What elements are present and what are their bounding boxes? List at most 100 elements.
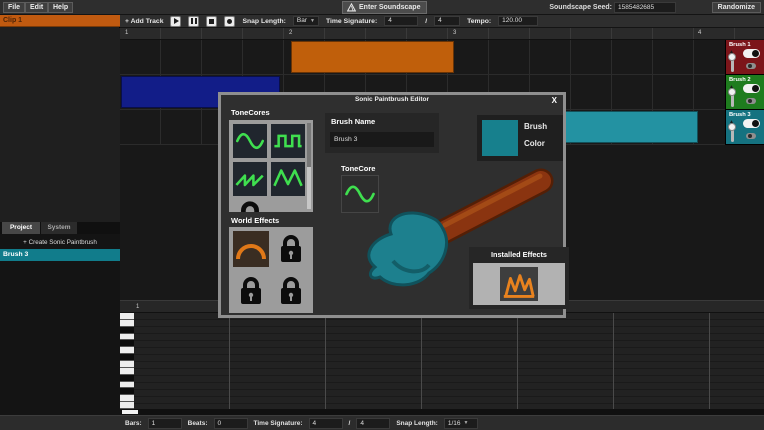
world-effect-locked-button[interactable] bbox=[233, 273, 269, 309]
track-header-brush-2[interactable]: Brush 2 ▲ bbox=[725, 75, 764, 110]
track-indicator[interactable] bbox=[746, 63, 756, 69]
play-button[interactable] bbox=[170, 16, 181, 27]
brush-name-box: Brush Name Brush 3 bbox=[325, 113, 439, 153]
track-name: Brush 1 bbox=[729, 42, 751, 48]
time-signature-denominator-input[interactable]: 4 bbox=[434, 16, 460, 26]
add-track-button[interactable]: + Add Track bbox=[125, 18, 163, 25]
status-bar: Bars: 1 Beats: 0 Time Signature: 4 / 4 S… bbox=[0, 415, 764, 430]
piano-key[interactable] bbox=[120, 388, 134, 395]
randomize-button[interactable]: Randomize bbox=[712, 2, 761, 13]
sonic-paintbrush-editor-dialog: Sonic Paintbrush Editor X ToneCores bbox=[218, 92, 566, 318]
brush-list-item[interactable]: Brush 3 bbox=[0, 249, 120, 261]
seed-label: Soundscape Seed: bbox=[549, 4, 612, 11]
track-toggle[interactable] bbox=[743, 84, 760, 93]
locked-tonecore-icon bbox=[233, 200, 267, 212]
stop-button[interactable] bbox=[206, 16, 217, 27]
track-header-brush-1[interactable]: Brush 1 ▲ bbox=[725, 40, 764, 75]
piano-key[interactable] bbox=[120, 313, 134, 320]
status-snap-length-select[interactable]: 1/16 ▼ bbox=[444, 418, 478, 429]
selected-tonecore-button[interactable] bbox=[341, 175, 379, 213]
world-effects-label: World Effects bbox=[231, 216, 279, 225]
tempo-input[interactable]: 120.00 bbox=[498, 16, 538, 26]
app-window: File Edit Help Enter Soundscape Soundsca… bbox=[0, 0, 764, 430]
piano-roll-grid[interactable] bbox=[134, 313, 764, 409]
brush-name-input[interactable]: Brush 3 bbox=[330, 132, 434, 147]
sidebar: Clip 1 Project System + Create Sonic Pai… bbox=[0, 15, 120, 415]
menu-file[interactable]: File bbox=[3, 2, 25, 13]
timeline-ruler[interactable]: 1 2 3 4 bbox=[120, 28, 764, 40]
tonecore-sawtooth-button[interactable] bbox=[233, 162, 267, 196]
piano-key[interactable] bbox=[120, 347, 134, 354]
installed-effects-label: Installed Effects bbox=[469, 250, 569, 259]
piano-keys bbox=[120, 313, 134, 409]
world-effects-panel bbox=[229, 227, 313, 313]
piano-key[interactable] bbox=[120, 375, 134, 382]
brush-color-swatch[interactable] bbox=[482, 120, 518, 156]
installed-effects-box: Installed Effects bbox=[469, 247, 569, 309]
piano-key[interactable] bbox=[120, 361, 134, 368]
time-signature-separator: / bbox=[425, 18, 427, 25]
chevron-down-icon: ▼ bbox=[464, 420, 469, 426]
world-effect-locked-button[interactable] bbox=[273, 231, 309, 267]
track-indicator[interactable] bbox=[746, 98, 756, 104]
track-volume-knob[interactable] bbox=[728, 123, 736, 131]
tab-project[interactable]: Project bbox=[2, 222, 40, 234]
lock-icon bbox=[273, 231, 309, 267]
track-toggle[interactable] bbox=[743, 119, 760, 128]
time-signature-numerator-input[interactable]: 4 bbox=[384, 16, 418, 26]
square-wave-icon bbox=[271, 124, 305, 158]
timeline-toolbar: + Add Track Snap Length: Bar ▼ Time Sign… bbox=[120, 15, 764, 28]
record-icon bbox=[227, 19, 232, 24]
track-indicator[interactable] bbox=[746, 133, 756, 139]
piano-key[interactable] bbox=[120, 354, 134, 361]
status-snap-length-value: 1/16 bbox=[448, 420, 461, 427]
world-effect-locked-button[interactable] bbox=[273, 273, 309, 309]
piano-key[interactable] bbox=[120, 368, 134, 375]
tonecores-scrollbar[interactable] bbox=[307, 123, 311, 209]
clip-header[interactable]: Clip 1 bbox=[0, 15, 120, 27]
installed-effect-button[interactable] bbox=[500, 267, 538, 301]
beats-input[interactable]: 0 bbox=[214, 418, 248, 429]
create-sonic-paintbrush-button[interactable]: + Create Sonic Paintbrush bbox=[0, 237, 120, 248]
status-snap-length-label: Snap Length: bbox=[396, 420, 438, 427]
seed-input[interactable]: 1585482685 bbox=[614, 2, 676, 13]
tonecore-locked-button[interactable] bbox=[233, 200, 267, 212]
dialog-title: Sonic Paintbrush Editor bbox=[221, 96, 563, 103]
track-volume-knob[interactable] bbox=[728, 88, 736, 96]
indicator-dot-icon bbox=[748, 134, 752, 138]
menu-help[interactable]: Help bbox=[48, 2, 73, 13]
scrollbar-thumb[interactable] bbox=[307, 123, 311, 167]
status-time-signature-numerator-input[interactable]: 4 bbox=[309, 418, 343, 429]
world-effect-arc-button[interactable] bbox=[233, 231, 269, 267]
piano-key[interactable] bbox=[120, 327, 134, 334]
scrollbar-thumb[interactable] bbox=[122, 410, 138, 414]
tonecore-triangle-button[interactable] bbox=[271, 162, 305, 196]
piano-key[interactable] bbox=[120, 340, 134, 347]
tonecores-label: ToneCores bbox=[231, 108, 270, 117]
tab-system[interactable]: System bbox=[41, 222, 77, 234]
clip-brush-1[interactable] bbox=[291, 41, 454, 73]
status-time-signature-denominator-input[interactable]: 4 bbox=[356, 418, 390, 429]
bars-input[interactable]: 1 bbox=[148, 418, 182, 429]
track-volume-knob[interactable] bbox=[728, 53, 736, 61]
piano-key[interactable] bbox=[120, 334, 134, 341]
tonecore-sine-button[interactable] bbox=[233, 124, 267, 158]
piano-key[interactable] bbox=[120, 402, 134, 409]
piano-key[interactable] bbox=[120, 382, 134, 389]
tonecore-square-button[interactable] bbox=[271, 124, 305, 158]
enter-soundscape-button[interactable]: Enter Soundscape bbox=[342, 1, 427, 14]
sine-wave-icon bbox=[233, 124, 267, 158]
pause-button[interactable] bbox=[188, 16, 199, 27]
sine-wave-icon bbox=[342, 176, 378, 212]
snap-length-select[interactable]: Bar ▼ bbox=[293, 16, 319, 26]
track-name: Brush 2 bbox=[729, 77, 751, 83]
record-button[interactable] bbox=[224, 16, 235, 27]
close-icon[interactable]: X bbox=[552, 96, 557, 105]
menu-edit[interactable]: Edit bbox=[25, 2, 48, 13]
track-row-brush-1[interactable] bbox=[120, 40, 764, 75]
track-headers: Brush 1 ▲ Brush 2 ▲ Brush 3 ▲ bbox=[725, 40, 764, 145]
piano-key[interactable] bbox=[120, 395, 134, 402]
track-header-brush-3[interactable]: Brush 3 ▲ bbox=[725, 110, 764, 145]
piano-key[interactable] bbox=[120, 320, 134, 327]
track-toggle[interactable] bbox=[743, 49, 760, 58]
